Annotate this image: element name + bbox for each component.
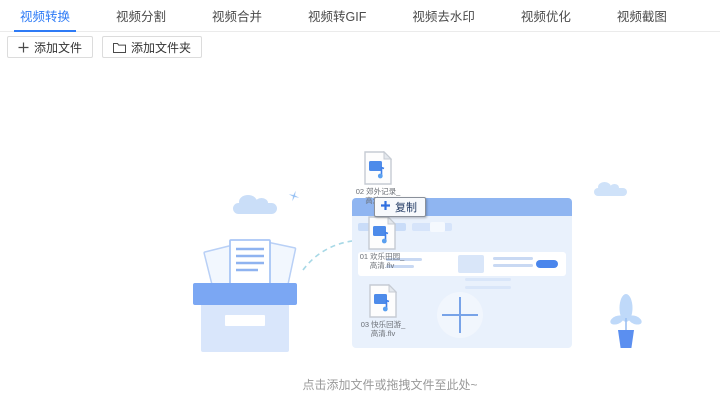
dropzone-hint-text: 点击添加文件或拖拽文件至此处~ bbox=[302, 378, 478, 392]
toolbar: 添加文件 添加文件夹 bbox=[0, 32, 720, 62]
box-body bbox=[201, 305, 289, 352]
tab-video-convert[interactable]: 视频转换 bbox=[14, 0, 77, 32]
tab-video-watermark-remove[interactable]: 视频去水印 bbox=[406, 0, 481, 31]
add-file-button[interactable]: 添加文件 bbox=[7, 36, 94, 58]
tab-video-merge[interactable]: 视频合并 bbox=[206, 0, 268, 31]
tab-video-split[interactable]: 视频分割 bbox=[110, 0, 172, 31]
media-file-icon bbox=[368, 216, 396, 250]
feature-tabbar: 视频转换 视频分割 视频合并 视频转GIF 视频去水印 视频优化 视频截图 bbox=[0, 0, 720, 32]
add-folder-label: 添加文件夹 bbox=[131, 40, 192, 55]
tab-video-to-gif[interactable]: 视频转GIF bbox=[302, 0, 372, 31]
tab-video-screenshot[interactable]: 视频截图 bbox=[611, 0, 673, 31]
file-dropzone[interactable]: 02 郊外记录_ 高清2... 01 欢乐田园_ 高清.flv bbox=[0, 62, 720, 411]
dragged-file-2: 01 欢乐田园_ 高清.flv bbox=[350, 216, 414, 270]
media-file-icon bbox=[364, 151, 392, 185]
folder-icon bbox=[113, 42, 127, 53]
tab-video-optimize[interactable]: 视频优化 bbox=[515, 0, 577, 31]
cloud-icon bbox=[594, 182, 627, 196]
add-folder-button[interactable]: 添加文件夹 bbox=[102, 36, 203, 58]
video-converter-app: 视频转换 视频分割 视频合并 视频转GIF 视频去水印 视频优化 视频截图 添加… bbox=[0, 0, 720, 411]
dragged-file-3: 03 快乐回游_ 高清.flv bbox=[351, 284, 415, 338]
plant-icon bbox=[610, 294, 642, 348]
plus-icon bbox=[18, 42, 29, 53]
copy-tooltip-label: 复制 bbox=[395, 202, 417, 214]
file-label: 03 快乐回游_ 高清.flv bbox=[360, 320, 406, 338]
box-lid bbox=[193, 283, 297, 305]
copy-plus-icon bbox=[380, 200, 391, 214]
drag-copy-tooltip: 复制 bbox=[374, 197, 426, 217]
mockup-convert-button bbox=[536, 260, 558, 268]
media-file-icon bbox=[369, 284, 397, 318]
file-label: 01 欢乐田园_ 高清.flv bbox=[359, 252, 405, 270]
add-file-label: 添加文件 bbox=[34, 40, 83, 55]
plus-circle-icon bbox=[437, 292, 483, 338]
sparkle-icon bbox=[288, 190, 300, 202]
cloud-icon bbox=[233, 195, 277, 214]
box-label-slot bbox=[225, 315, 265, 326]
